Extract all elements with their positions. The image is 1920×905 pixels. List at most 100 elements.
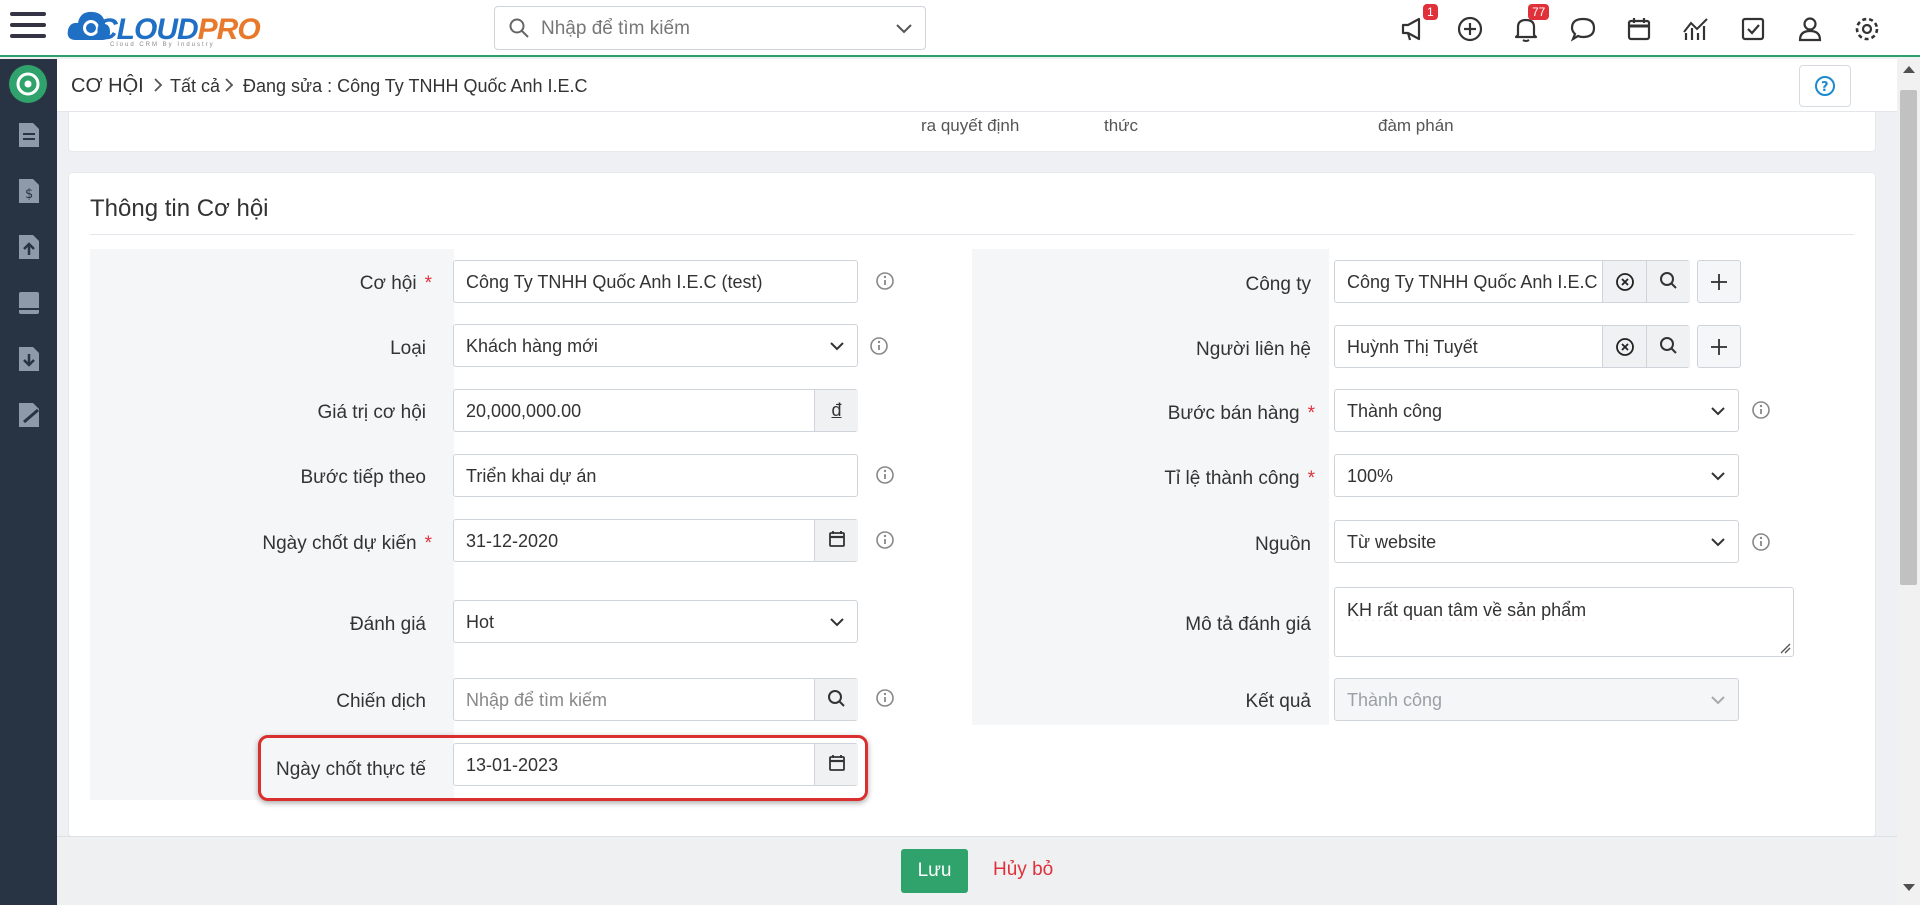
sales-stage-progress-panel: ra quyết định thức đàm phán [68, 112, 1876, 152]
breadcrumb-all[interactable]: Tất cả [170, 76, 220, 97]
clear-company-button[interactable] [1602, 261, 1646, 302]
help-icon: ? [1815, 76, 1835, 96]
book-icon[interactable] [16, 289, 42, 317]
type-select[interactable]: Khách hàng mới [453, 324, 858, 367]
announcement-icon[interactable]: 1 [1399, 4, 1438, 44]
breadcrumb-module[interactable]: CƠ HỘI [71, 75, 144, 98]
rating-description-label: Mô tả đánh giá [1185, 614, 1311, 635]
chevron-down-icon [1711, 696, 1725, 705]
gear-icon[interactable] [1852, 14, 1882, 44]
announcement-badge: 1 [1423, 4, 1438, 20]
stage-label: đàm phán [1378, 116, 1454, 135]
campaign-search-input[interactable]: Nhập để tìm kiếm [453, 678, 858, 721]
result-label: Kết quả [1245, 691, 1312, 712]
opportunity-label: Cơ hội * [359, 273, 432, 294]
next-step-field[interactable]: Triển khai dự án [453, 454, 858, 497]
form-footer: Lưu Hủy bỏ [57, 836, 1897, 905]
global-search-input[interactable]: Nhập để tìm kiếm [494, 6, 926, 50]
search-contact-button[interactable] [1646, 326, 1690, 367]
left-label-column [90, 249, 454, 800]
global-search-placeholder: Nhập để tìm kiếm [541, 18, 690, 39]
rating-label: Đánh giá [349, 614, 426, 635]
chevron-down-icon [1711, 538, 1725, 547]
help-button[interactable]: ? [1799, 65, 1851, 107]
add-contact-button[interactable] [1697, 325, 1741, 368]
type-label: Loại [390, 338, 426, 359]
info-icon[interactable] [875, 530, 895, 550]
highlight-annotation [258, 735, 868, 801]
sales-stage-label: Bước bán hàng * [1167, 403, 1315, 424]
task-check-icon[interactable] [1738, 14, 1768, 44]
rating-select[interactable]: Hot [453, 600, 858, 643]
document-icon[interactable] [16, 121, 42, 149]
add-circle-icon[interactable] [1455, 14, 1485, 44]
divider [90, 234, 1854, 235]
chevron-down-icon [1711, 472, 1725, 481]
search-icon [1660, 337, 1677, 354]
rating-description-textarea[interactable]: KH rất quan tâm về sản phẩm [1334, 587, 1794, 657]
notification-badge: 77 [1528, 4, 1550, 20]
bell-icon[interactable]: 77 [1511, 4, 1550, 44]
sales-stage-select[interactable]: Thành công [1334, 389, 1739, 432]
opportunity-name-field[interactable]: Công Ty TNHH Quốc Anh I.E.C (test) [453, 260, 858, 303]
breadcrumb-editing: Đang sửa : Công Ty TNHH Quốc Anh I.E.C [243, 76, 588, 96]
home-icon[interactable] [9, 65, 47, 103]
probability-select[interactable]: 100% [1334, 454, 1739, 497]
search-icon [1660, 272, 1677, 289]
chat-icon[interactable] [1568, 14, 1598, 44]
search-company-button[interactable] [1646, 261, 1690, 302]
currency-addon: đ [814, 390, 858, 431]
scroll-up-arrow-icon[interactable] [1903, 66, 1915, 73]
chevron-right-icon [154, 78, 163, 92]
logo[interactable]: CLOUDPRO Cloud CRM By Industry [66, 4, 276, 50]
info-icon[interactable] [875, 465, 895, 485]
stage-label: thức [1104, 116, 1139, 135]
menu-icon[interactable] [10, 12, 46, 42]
amount-field[interactable]: 20,000,000.00 đ [453, 389, 858, 432]
next-step-label: Bước tiếp theo [300, 467, 426, 488]
download-file-icon[interactable] [16, 345, 42, 373]
info-icon[interactable] [875, 688, 895, 708]
campaign-search-button[interactable] [814, 679, 858, 720]
info-icon[interactable] [1751, 532, 1771, 552]
company-field[interactable]: Công Ty TNHH Quốc Anh I.E.C [1334, 260, 1690, 303]
user-profile-icon[interactable] [1795, 14, 1825, 44]
svg-text:$: $ [25, 187, 33, 202]
add-company-button[interactable] [1697, 260, 1741, 303]
source-select[interactable]: Từ website [1334, 520, 1739, 563]
info-icon[interactable] [1751, 400, 1771, 420]
stage-label: ra quyết định [921, 116, 1020, 135]
contact-field[interactable]: Huỳnh Thị Tuyết [1334, 325, 1690, 368]
upload-file-icon[interactable] [16, 233, 42, 261]
result-select-disabled: Thành công [1334, 678, 1739, 721]
scroll-down-arrow-icon[interactable] [1903, 884, 1915, 891]
reports-chart-icon[interactable] [1681, 14, 1711, 44]
expected-close-date-label: Ngày chốt dự kiến * [262, 533, 432, 554]
search-icon [828, 690, 845, 707]
clear-contact-button[interactable] [1602, 326, 1646, 367]
info-icon[interactable] [869, 336, 889, 356]
sidebar: $ [0, 59, 57, 905]
scrollbar-thumb[interactable] [1900, 90, 1917, 585]
save-button[interactable]: Lưu [901, 849, 968, 893]
calendar-icon[interactable] [1624, 14, 1654, 44]
search-icon [509, 18, 529, 38]
probability-label: Tỉ lệ thành công * [1164, 468, 1315, 489]
cancel-button[interactable]: Hủy bỏ [993, 859, 1053, 881]
chevron-down-icon [830, 342, 844, 351]
chevron-down-icon [1711, 407, 1725, 416]
edit-document-icon[interactable] [16, 401, 42, 429]
logo-tagline: Cloud CRM By Industry [110, 42, 215, 48]
expected-close-date-field[interactable]: 31-12-2020 [453, 519, 858, 562]
invoice-dollar-icon[interactable]: $ [16, 177, 42, 205]
calendar-button[interactable] [814, 520, 858, 561]
contact-label: Người liên hệ [1196, 339, 1311, 360]
source-label: Nguồn [1255, 534, 1311, 555]
resize-handle-icon[interactable] [1779, 642, 1791, 654]
chevron-right-icon [225, 78, 234, 92]
chevron-down-icon [896, 24, 912, 34]
campaign-label: Chiến dịch [336, 691, 426, 712]
plus-icon [1711, 339, 1727, 355]
company-label: Công ty [1245, 274, 1311, 295]
info-icon[interactable] [875, 271, 895, 291]
